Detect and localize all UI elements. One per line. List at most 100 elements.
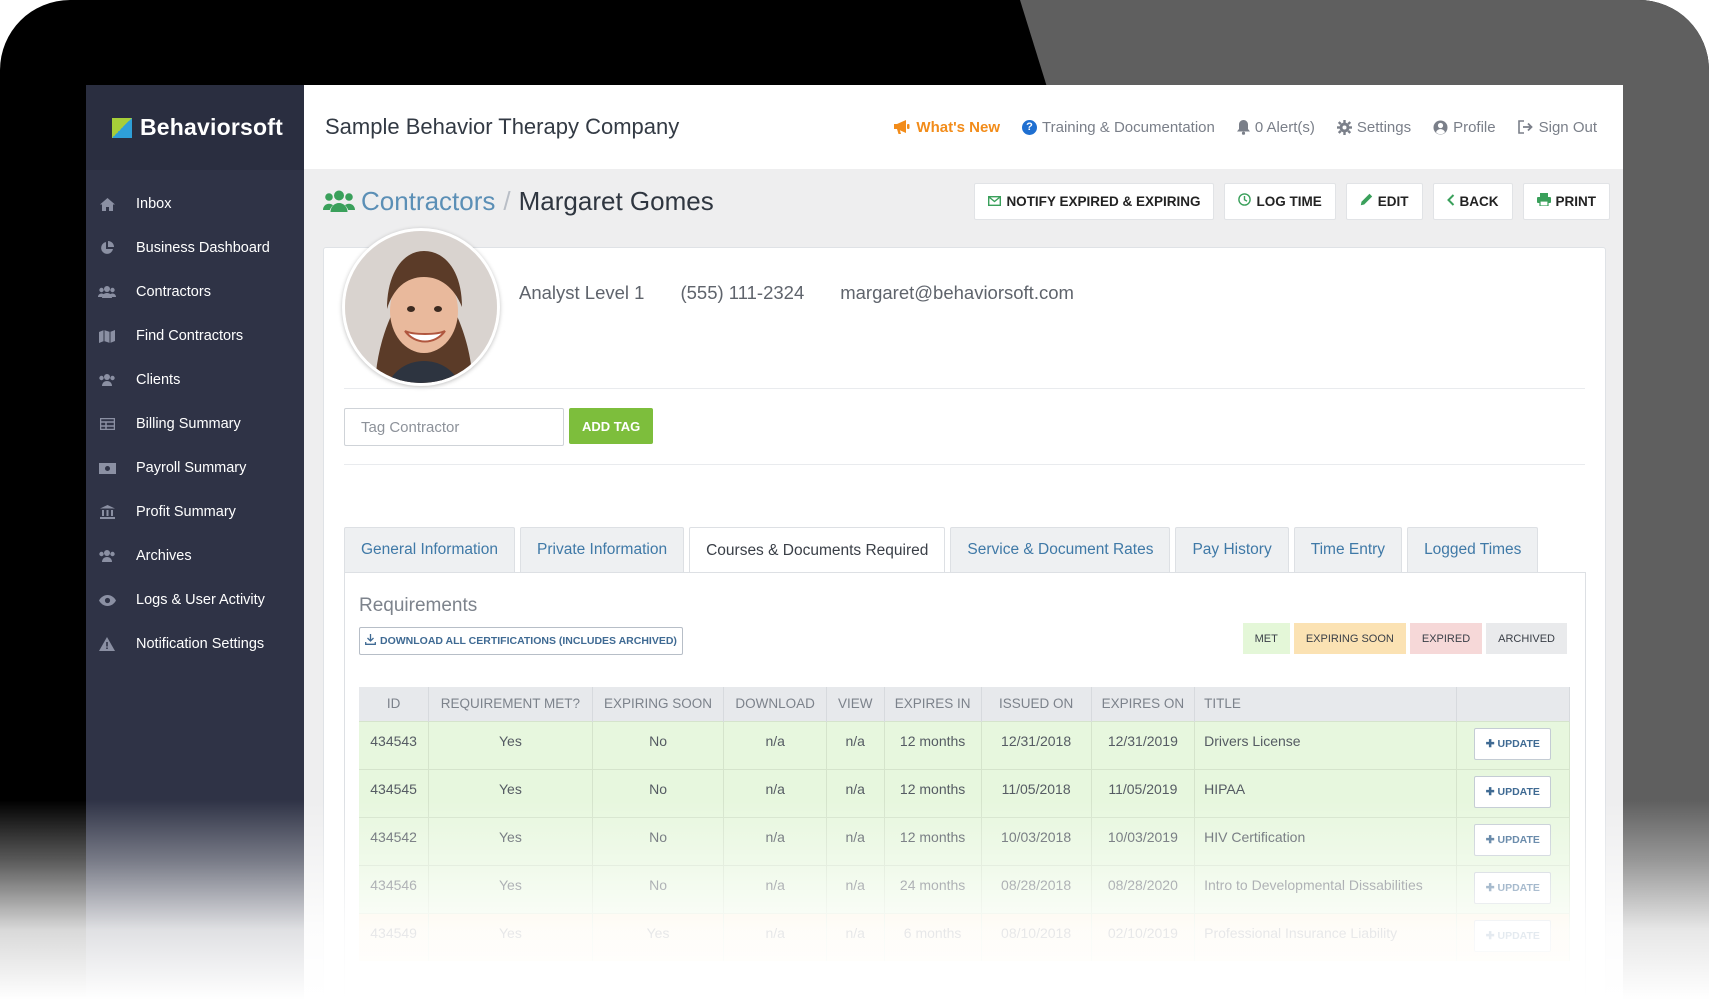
- whats-new-label: What's New: [916, 118, 1000, 136]
- column-header[interactable]: EXPIRES IN: [884, 687, 982, 721]
- breadcrumb-contractors-link[interactable]: Contractors: [361, 186, 495, 217]
- alerts-link[interactable]: 0 Alert(s): [1236, 119, 1315, 136]
- cell-download: n/a: [723, 720, 827, 769]
- back-button[interactable]: Back: [1432, 182, 1513, 220]
- users-icon: [96, 548, 118, 564]
- tab-general-information[interactable]: General Information: [344, 527, 515, 572]
- sidebar-item-label: Clients: [136, 372, 181, 388]
- cell-expiring: No: [592, 816, 725, 865]
- bank-icon: [96, 504, 118, 520]
- sidebar-item-profit-summary[interactable]: Profit Summary: [86, 490, 304, 534]
- sidebar-item-label: Profit Summary: [136, 504, 236, 520]
- sidebar-item-logs-user-activity[interactable]: Logs & User Activity: [86, 578, 304, 622]
- update-button[interactable]: ✚ UPDATE: [1474, 775, 1552, 808]
- cell-issued: 08/10/2018: [981, 912, 1092, 961]
- cell-expires: 10/03/2019: [1091, 816, 1196, 865]
- print-label: Print: [1555, 193, 1597, 209]
- update-label: UPDATE: [1497, 929, 1540, 942]
- users-icon: [323, 190, 357, 212]
- requirements-title: Requirements: [359, 595, 478, 616]
- edit-label: Edit: [1377, 193, 1409, 209]
- column-header[interactable]: ISSUED ON: [981, 687, 1092, 721]
- cell-actions: ✚ UPDATE: [1456, 816, 1571, 865]
- cell-download: n/a: [723, 816, 827, 865]
- column-header[interactable]: TITLE: [1194, 687, 1457, 721]
- cell-met: Yes: [428, 864, 593, 913]
- tab-courses-documents-required[interactable]: Courses & Documents Required: [689, 527, 946, 573]
- edit-button[interactable]: Edit: [1345, 182, 1423, 220]
- sidebar-item-billing-summary[interactable]: Billing Summary: [86, 402, 304, 446]
- add-tag-button[interactable]: ADD TAG: [569, 408, 654, 444]
- download-icon: [365, 634, 376, 648]
- notify-expired-button[interactable]: Notify Expired & Expiring: [974, 182, 1215, 220]
- tag-row: ADD TAG: [344, 408, 654, 446]
- tabs: General Information Private Information …: [344, 527, 1539, 573]
- legend-expiring-soon: EXPIRING SOON: [1293, 623, 1406, 654]
- tab-service-document-rates[interactable]: Service & Document Rates: [950, 527, 1171, 572]
- cell-expires-in: 6 months: [884, 912, 982, 961]
- cell-expires-in: 12 months: [884, 816, 982, 865]
- print-button[interactable]: Print: [1522, 182, 1610, 220]
- tab-pay-history[interactable]: Pay History: [1175, 527, 1289, 572]
- sidebar-item-clients[interactable]: Clients: [86, 358, 304, 402]
- sidebar: Behaviorsoft Inbox Business Dashboard Co…: [86, 85, 304, 1000]
- log-time-label: Log Time: [1256, 193, 1322, 209]
- cell-view: n/a: [826, 864, 885, 913]
- sidebar-nav: Inbox Business Dashboard Contractors Fin…: [86, 170, 304, 666]
- log-time-button[interactable]: Log Time: [1224, 182, 1336, 220]
- column-header[interactable]: ID: [359, 687, 430, 721]
- settings-label: Settings: [1356, 118, 1412, 136]
- cell-issued: 11/05/2018: [981, 768, 1092, 817]
- settings-link[interactable]: Settings: [1336, 118, 1412, 136]
- sidebar-item-find-contractors[interactable]: Find Contractors: [86, 314, 304, 358]
- sidebar-item-archives[interactable]: Archives: [86, 534, 304, 578]
- update-button[interactable]: ✚ UPDATE: [1474, 871, 1552, 904]
- update-button[interactable]: ✚ UPDATE: [1474, 823, 1552, 856]
- sidebar-item-inbox[interactable]: Inbox: [86, 182, 304, 226]
- update-button[interactable]: ✚ UPDATE: [1474, 727, 1552, 760]
- training-documentation-link[interactable]: ? Training & Documentation: [1022, 119, 1215, 136]
- tab-private-information[interactable]: Private Information: [520, 527, 685, 572]
- whats-new-link[interactable]: What's New: [894, 119, 1000, 136]
- column-header[interactable]: VIEW: [826, 687, 885, 721]
- column-header[interactable]: EXPIRING SOON: [592, 687, 725, 721]
- cell-expires: 02/10/2019: [1091, 912, 1196, 961]
- cell-id: 434546: [359, 864, 430, 913]
- sidebar-item-notification-settings[interactable]: Notification Settings: [86, 622, 304, 666]
- profile-link[interactable]: Profile: [1433, 119, 1496, 136]
- table-icon: [96, 416, 118, 432]
- tab-time-entry[interactable]: Time Entry: [1293, 527, 1403, 572]
- download-all-certifications-button[interactable]: Download All Certifications (Includes Ar…: [359, 627, 683, 655]
- table-row: 434542 Yes No n/a n/a 12 months 10/03/20…: [359, 816, 1571, 865]
- cell-expiring: No: [592, 864, 725, 913]
- update-label: UPDATE: [1497, 785, 1540, 798]
- contractor-email[interactable]: margaret@behaviorsoft.com: [840, 282, 1074, 304]
- column-header[interactable]: EXPIRES ON: [1091, 687, 1196, 721]
- tag-contractor-input[interactable]: [344, 408, 564, 446]
- sidebar-item-payroll-summary[interactable]: Payroll Summary: [86, 446, 304, 490]
- cell-issued: 08/28/2018: [981, 864, 1092, 913]
- sign-out-link[interactable]: Sign Out: [1517, 119, 1597, 136]
- cell-met: Yes: [428, 912, 593, 961]
- requirements-panel: Requirements Download All Certifications…: [344, 572, 1586, 1000]
- column-header[interactable]: DOWNLOAD: [723, 687, 827, 721]
- cell-title: Intro to Developmental Dissabilities: [1194, 864, 1457, 913]
- legend-expired: EXPIRED: [1409, 623, 1483, 654]
- company-name: Sample Behavior Therapy Company: [325, 114, 680, 139]
- sidebar-item-label: Payroll Summary: [136, 460, 247, 476]
- profile-divider: [344, 388, 1585, 389]
- cell-title: HIPAA: [1194, 768, 1457, 817]
- column-header[interactable]: REQUIREMENT MET?: [428, 687, 593, 721]
- cell-issued: 10/03/2018: [981, 816, 1092, 865]
- cell-id: 434545: [359, 768, 430, 817]
- cell-title: HIV Certification: [1194, 816, 1457, 865]
- brand[interactable]: Behaviorsoft: [86, 85, 304, 170]
- tab-logged-times[interactable]: Logged Times: [1407, 527, 1539, 572]
- sidebar-item-label: Inbox: [136, 196, 172, 212]
- sidebar-item-business-dashboard[interactable]: Business Dashboard: [86, 226, 304, 270]
- plus-icon: ✚: [1485, 785, 1495, 798]
- cell-actions: ✚ UPDATE: [1456, 912, 1571, 961]
- update-button[interactable]: ✚ UPDATE: [1474, 919, 1552, 952]
- sidebar-item-label: Notification Settings: [136, 636, 265, 652]
- sidebar-item-contractors[interactable]: Contractors: [86, 270, 304, 314]
